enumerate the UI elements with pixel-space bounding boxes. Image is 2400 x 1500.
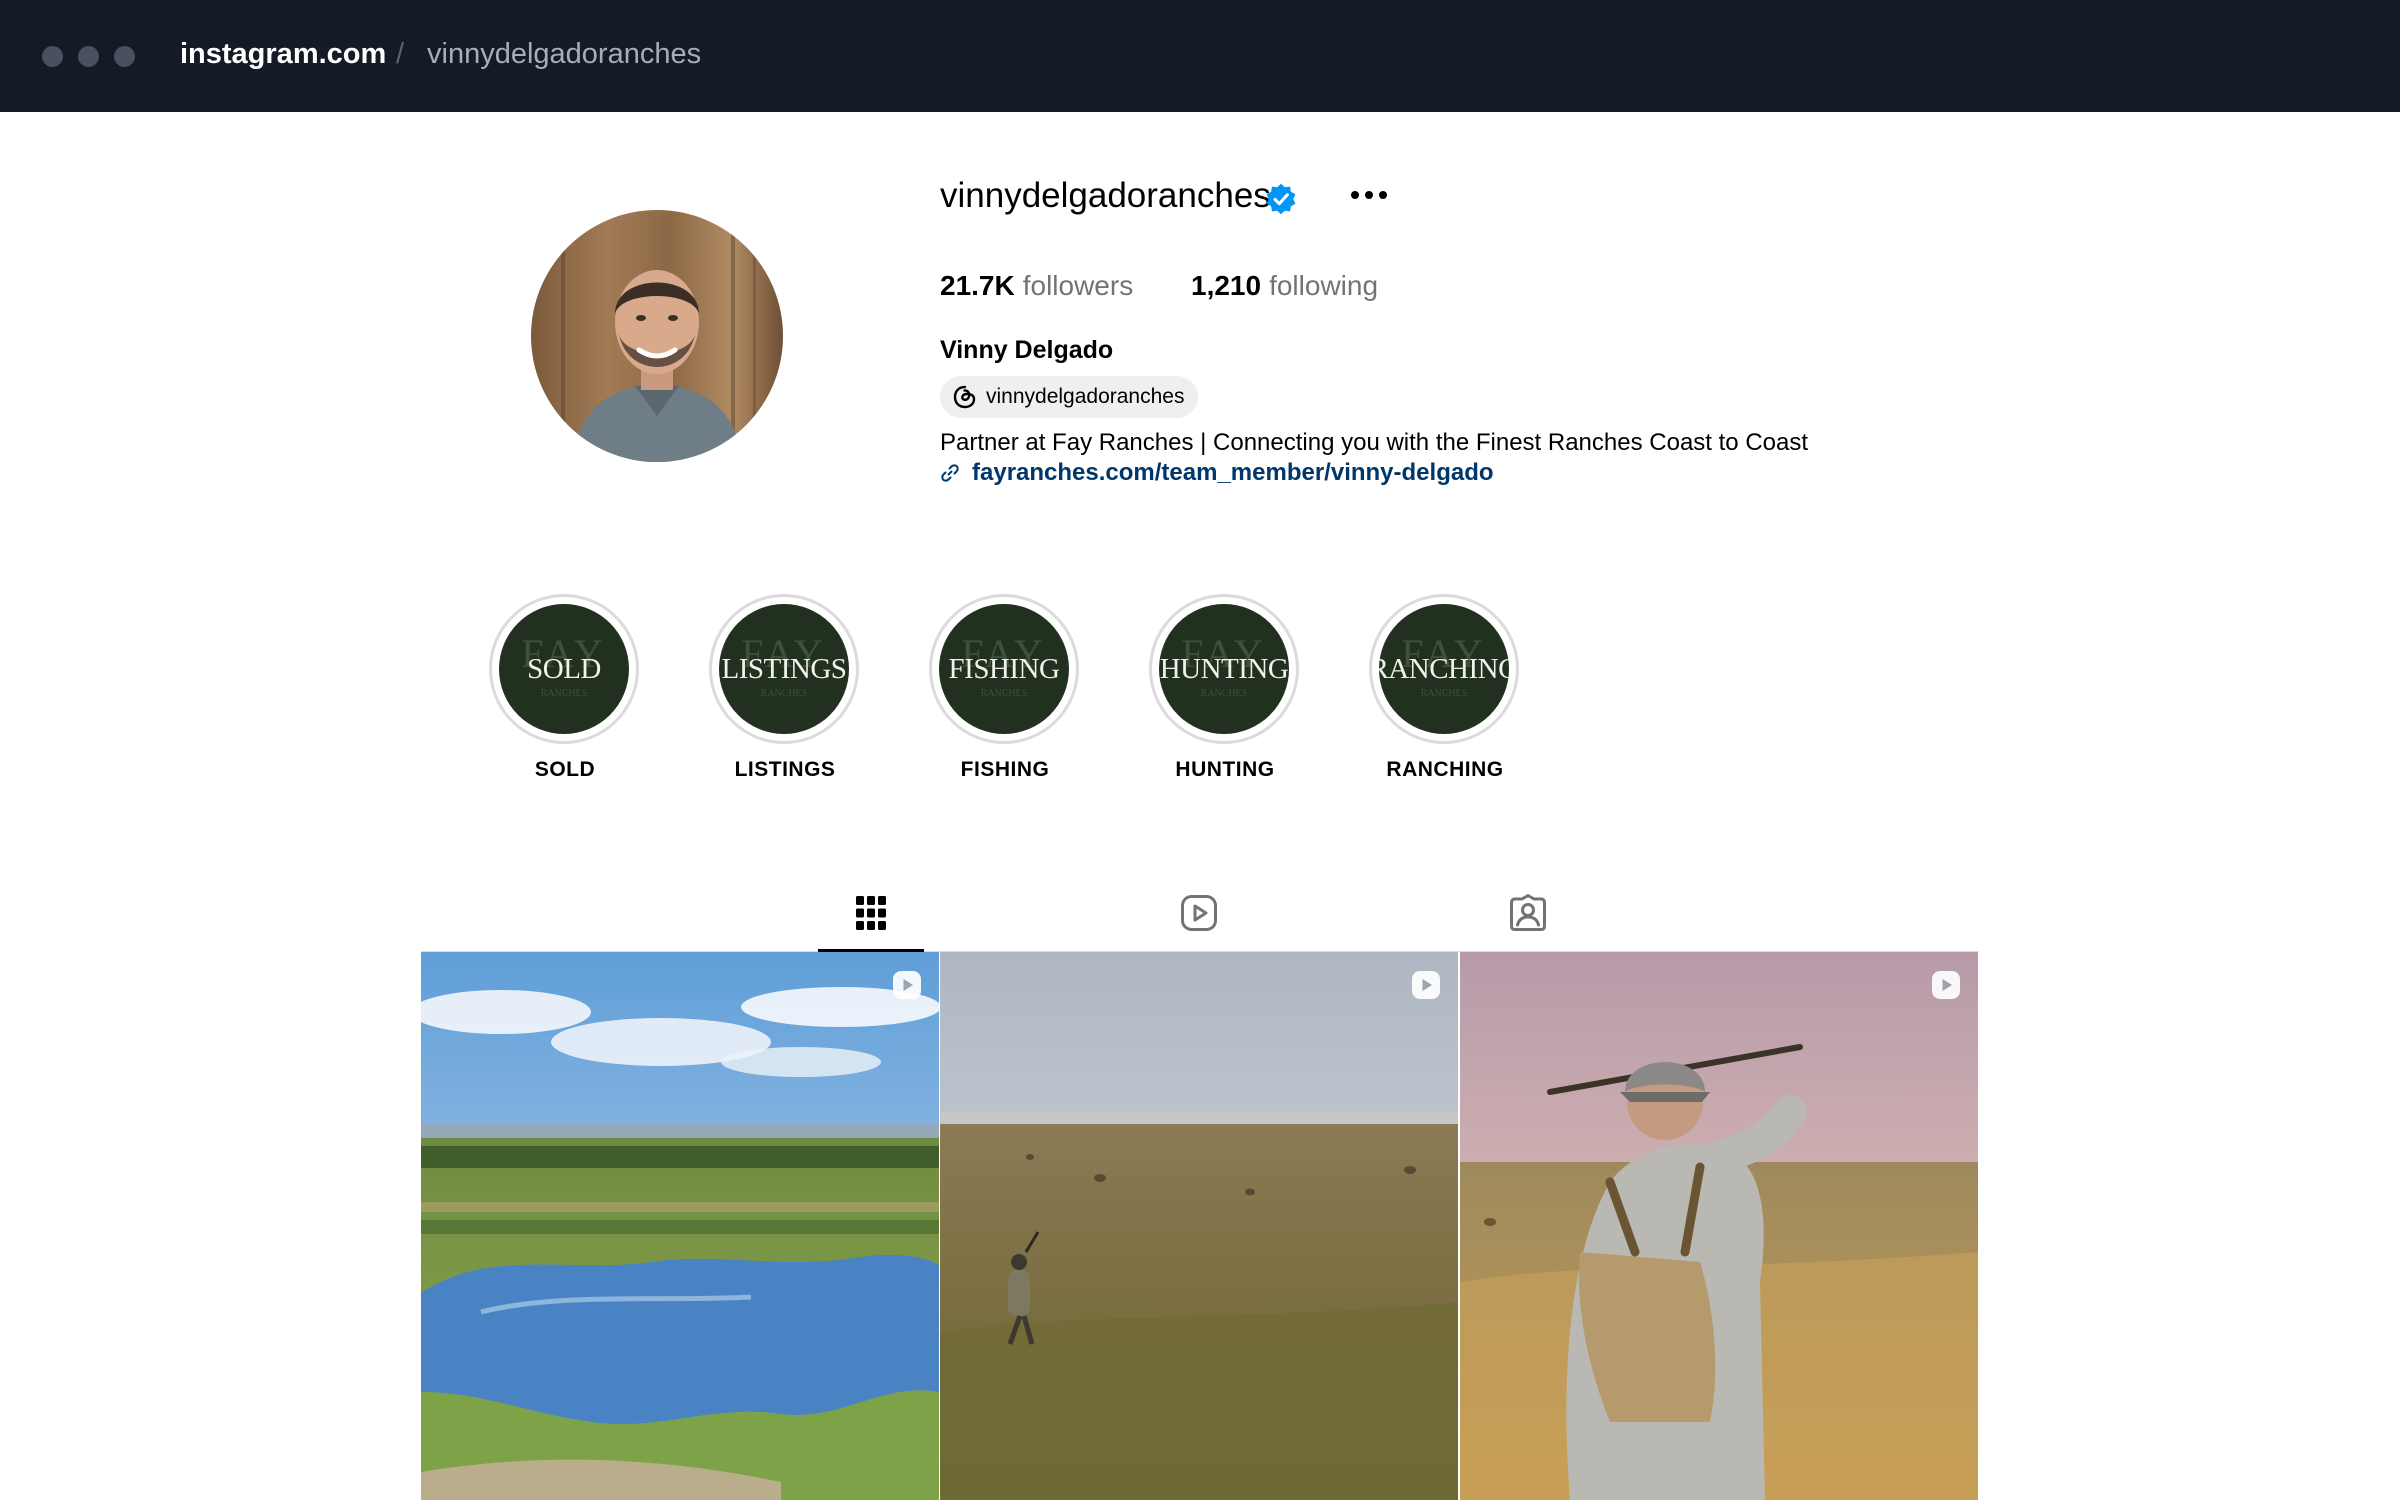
highlight-sold[interactable]: FAY RANCHES SOLD SOLD: [489, 594, 641, 782]
highlight-cover: FAY RANCHES HUNTING: [1159, 604, 1289, 734]
threads-icon: [953, 385, 976, 409]
threads-handle: vinnydelgadoranches: [986, 385, 1185, 408]
highlight-cover-text: LISTINGS: [721, 652, 847, 685]
highlight-ring: FAY RANCHES HUNTING: [1149, 594, 1299, 744]
highlight-cover-text: FISHING: [948, 652, 1060, 685]
highlight-label: RANCHING: [1386, 758, 1504, 781]
post-image: [421, 952, 939, 1500]
highlight-fishing[interactable]: FAY RANCHES FISHING FISHING: [929, 594, 1081, 782]
breadcrumb-separator: /: [396, 38, 405, 70]
highlight-label: SOLD: [534, 758, 596, 781]
highlight-hunting[interactable]: FAY RANCHES HUNTING HUNTING: [1149, 594, 1301, 782]
highlight-cover: FAY RANCHES FISHING: [939, 604, 1069, 734]
following-stat[interactable]: 1,210 following: [1191, 270, 1378, 302]
highlight-cover-text: HUNTING: [1159, 652, 1289, 685]
highlight-ring: FAY RANCHES RANCHING: [1369, 594, 1519, 744]
reels-icon: [1181, 895, 1217, 931]
highlight-cover: FAY RANCHES SOLD: [499, 604, 629, 734]
profile-full-name: Vinny Delgado: [940, 336, 1114, 364]
post-image: [1460, 952, 1978, 1500]
highlight-brand-sub: RANCHES: [540, 688, 588, 699]
followers-count: 21.7K: [940, 270, 1015, 301]
highlight-label: LISTINGS: [734, 758, 836, 781]
highlight-cover: FAY RANCHES LISTINGS: [719, 604, 849, 734]
breadcrumb-path[interactable]: vinnydelgadoranches: [427, 38, 701, 71]
window-minimize-dot[interactable]: [78, 46, 99, 67]
window-zoom-dot[interactable]: [114, 46, 135, 67]
highlight-ring: FAY RANCHES SOLD: [489, 594, 639, 744]
window-close-dot[interactable]: [42, 46, 63, 67]
verified-badge-icon: [1266, 183, 1296, 215]
threads-badge[interactable]: vinnydelgadoranches: [940, 376, 1199, 418]
highlight-ranching[interactable]: FAY RANCHES RANCHING RANCHING: [1369, 594, 1521, 782]
highlight-ring: FAY RANCHES LISTINGS: [709, 594, 859, 744]
profile-bio: Partner at Fay Ranches | Connecting you …: [940, 429, 1809, 456]
post-thumbnail[interactable]: [940, 952, 1458, 1500]
followers-stat[interactable]: 21.7K followers: [940, 270, 1133, 302]
profile-username: vinnydelgadoranches: [940, 176, 1271, 215]
more-options-icon[interactable]: [1348, 180, 1390, 210]
profile-avatar[interactable]: [531, 210, 783, 462]
highlight-cover-text: SOLD: [527, 652, 601, 685]
breadcrumb-host[interactable]: instagram.com: [180, 38, 386, 71]
highlight-brand-sub: RANCHES: [1420, 688, 1468, 699]
following-count: 1,210: [1191, 270, 1262, 301]
highlight-brand-sub: RANCHES: [1200, 688, 1248, 699]
highlight-brand-sub: RANCHES: [980, 688, 1028, 699]
reel-indicator-icon: [1932, 971, 1960, 999]
grid-icon: [856, 896, 886, 930]
reel-indicator-icon: [1412, 971, 1440, 999]
tagged-icon: [1510, 894, 1546, 931]
reel-indicator-icon: [893, 971, 921, 999]
post-thumbnail[interactable]: [1460, 952, 1978, 1500]
highlight-cover: FAY RANCHES RANCHING: [1379, 604, 1509, 734]
highlight-label: FISHING: [960, 758, 1050, 781]
highlight-label: HUNTING: [1175, 758, 1275, 781]
avatar-photo: [531, 210, 783, 462]
profile-link-text[interactable]: fayranches.com/team_member/vinny-delgado: [972, 459, 1494, 487]
tab-posts[interactable]: [818, 888, 924, 952]
tab-tagged[interactable]: [1475, 888, 1581, 952]
highlight-listings[interactable]: FAY RANCHES LISTINGS LISTINGS: [709, 594, 861, 782]
highlight-ring: FAY RANCHES FISHING: [929, 594, 1079, 744]
browser-titlebar: instagram.com / vinnydelgadoranches: [0, 0, 2400, 112]
highlight-cover-text: RANCHING: [1379, 652, 1509, 685]
post-thumbnail[interactable]: [421, 952, 939, 1500]
highlight-brand-sub: RANCHES: [760, 688, 808, 699]
link-icon: [941, 464, 959, 482]
tab-reels[interactable]: [1146, 888, 1252, 952]
following-label: following: [1269, 270, 1379, 301]
followers-label: followers: [1022, 270, 1134, 301]
post-image: [940, 952, 1458, 1500]
profile-link[interactable]: fayranches.com/team_member/vinny-delgado: [940, 459, 1494, 487]
